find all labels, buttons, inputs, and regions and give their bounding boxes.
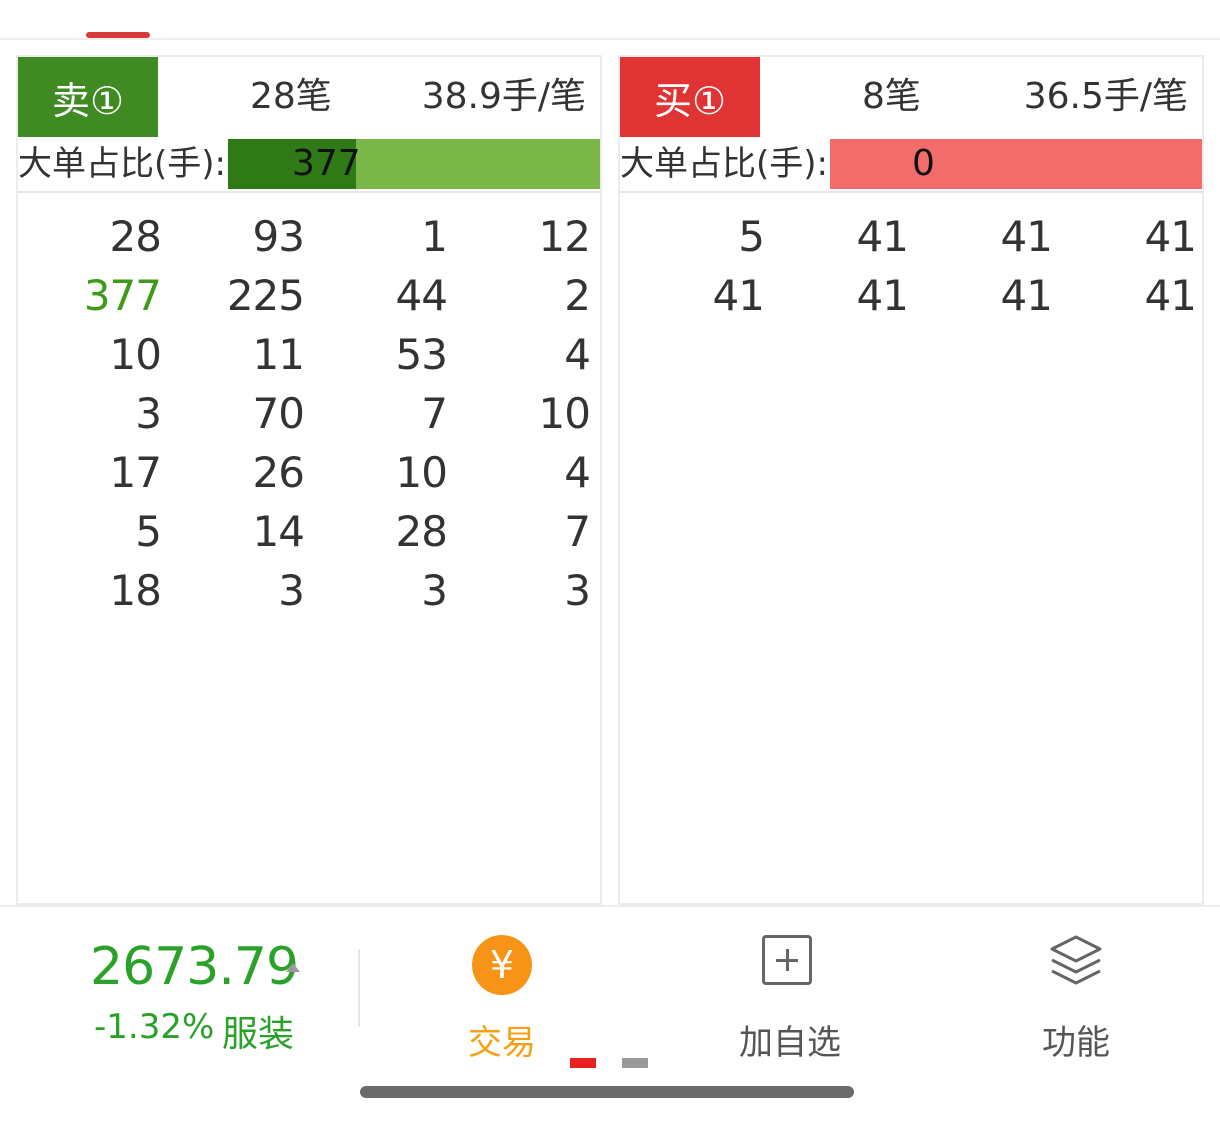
- index-price[interactable]: 2673.79: [90, 937, 299, 997]
- order-cell: 17: [109, 448, 162, 497]
- order-cell: 14: [252, 507, 305, 556]
- sell-ratio-label: 大单占比(手):: [18, 144, 226, 184]
- toolbar-divider: [358, 949, 360, 1027]
- order-cell: 7: [421, 389, 448, 438]
- buy-queue-panel: 买① 8笔 36.5手/笔 大单占比(手): 0 5 41 41 41 41 4…: [618, 55, 1204, 905]
- buy-order-grid: 5 41 41 41 41 41 41 41: [620, 207, 1202, 325]
- table-row: 5 41 41 41: [620, 207, 1202, 266]
- sell-avg-lots: 38.9手/笔: [421, 76, 586, 117]
- table-row: 18 3 3 3: [18, 561, 600, 620]
- order-cell: 3: [278, 566, 305, 615]
- order-cell: 3: [564, 566, 591, 615]
- active-tab-indicator: [86, 32, 150, 38]
- order-cell: 225: [226, 271, 305, 320]
- order-cell: 3: [421, 566, 448, 615]
- order-cell: 10: [395, 448, 448, 497]
- order-cell: 10: [109, 330, 162, 379]
- home-indicator[interactable]: [360, 1086, 854, 1098]
- buy-avg-lots: 36.5手/笔: [1023, 76, 1188, 117]
- sell-ratio-value: 377: [292, 143, 361, 184]
- order-cell: 5: [135, 507, 162, 556]
- order-cell: 18: [109, 566, 162, 615]
- layers-icon: [1050, 935, 1102, 985]
- price-up-arrow-icon: [286, 963, 300, 972]
- order-cell: 53: [395, 330, 448, 379]
- plus-square-icon: [762, 935, 812, 985]
- order-cell: 10: [538, 389, 591, 438]
- sell-order-count: 28笔: [250, 76, 332, 117]
- page-dot-active[interactable]: [570, 1058, 596, 1068]
- buy-ratio-bar: 0: [830, 139, 1202, 189]
- index-change-percent: -1.32%: [94, 1007, 215, 1047]
- order-cell: 3: [135, 389, 162, 438]
- buy-panel-header: 买① 8笔 36.5手/笔: [620, 57, 1202, 137]
- order-cell: 2: [564, 271, 591, 320]
- add-watchlist-label: 加自选: [739, 1023, 841, 1063]
- order-cell: 41: [856, 271, 909, 320]
- sell-ratio-bar: 377: [228, 139, 600, 189]
- buy-level-badge[interactable]: 买①: [620, 57, 760, 137]
- sell-panel-header: 卖① 28笔 38.9手/笔: [18, 57, 600, 137]
- sell-level-badge[interactable]: 卖①: [18, 57, 158, 137]
- table-row: 377 225 44 2: [18, 266, 600, 325]
- buy-large-order-ratio: 大单占比(手): 0: [620, 137, 1202, 193]
- order-cell: 11: [252, 330, 305, 379]
- sector-name: 服装: [222, 1014, 295, 1055]
- table-row: 5 14 28 7: [18, 502, 600, 561]
- order-cell: 44: [395, 271, 448, 320]
- table-row: 28 93 1 12: [18, 207, 600, 266]
- page-indicator: [570, 1058, 650, 1068]
- yen-coin-icon: ¥: [472, 935, 532, 995]
- order-cell-highlight: 377: [83, 271, 162, 320]
- table-row: 3 70 7 10: [18, 384, 600, 443]
- order-cell: 4: [564, 330, 591, 379]
- order-cell: 12: [538, 212, 591, 261]
- order-cell: 93: [252, 212, 305, 261]
- sell-large-order-ratio: 大单占比(手): 377: [18, 137, 600, 193]
- add-watchlist-button[interactable]: 加自选: [710, 927, 870, 1063]
- order-cell: 5: [738, 212, 765, 261]
- order-cell: 41: [856, 212, 909, 261]
- order-cell: 28: [109, 212, 162, 261]
- bottom-toolbar: 2673.79 -1.32% 服装 ¥ 交易 加自选 功能: [0, 905, 1220, 1070]
- order-cell: 41: [1144, 212, 1197, 261]
- order-cell: 41: [712, 271, 765, 320]
- order-cell: 41: [1000, 271, 1053, 320]
- order-cell: 7: [564, 507, 591, 556]
- table-row: 10 11 53 4: [18, 325, 600, 384]
- buy-order-count: 8笔: [862, 76, 921, 117]
- table-row: 17 26 10 4: [18, 443, 600, 502]
- buy-ratio-label: 大单占比(手):: [620, 144, 828, 184]
- order-cell: 41: [1000, 212, 1053, 261]
- sell-order-grid: 28 93 1 12 377 225 44 2 10 11 53 4 3 70 …: [18, 207, 600, 620]
- order-cell: 70: [252, 389, 305, 438]
- functions-label: 功能: [1042, 1023, 1110, 1063]
- table-row: 41 41 41 41: [620, 266, 1202, 325]
- order-cell: 41: [1144, 271, 1197, 320]
- trade-button[interactable]: ¥ 交易: [422, 927, 582, 1063]
- functions-button[interactable]: 功能: [996, 927, 1156, 1063]
- sell-queue-panel: 卖① 28笔 38.9手/笔 大单占比(手): 377 28 93 1 12 3…: [16, 55, 602, 905]
- page-dot-inactive[interactable]: [622, 1058, 648, 1068]
- order-cell: 28: [395, 507, 448, 556]
- buy-ratio-value: 0: [912, 143, 935, 184]
- order-cell: 26: [252, 448, 305, 497]
- order-cell: 4: [564, 448, 591, 497]
- top-strip: [0, 0, 1220, 40]
- trade-label: 交易: [468, 1023, 536, 1063]
- order-cell: 1: [421, 212, 448, 261]
